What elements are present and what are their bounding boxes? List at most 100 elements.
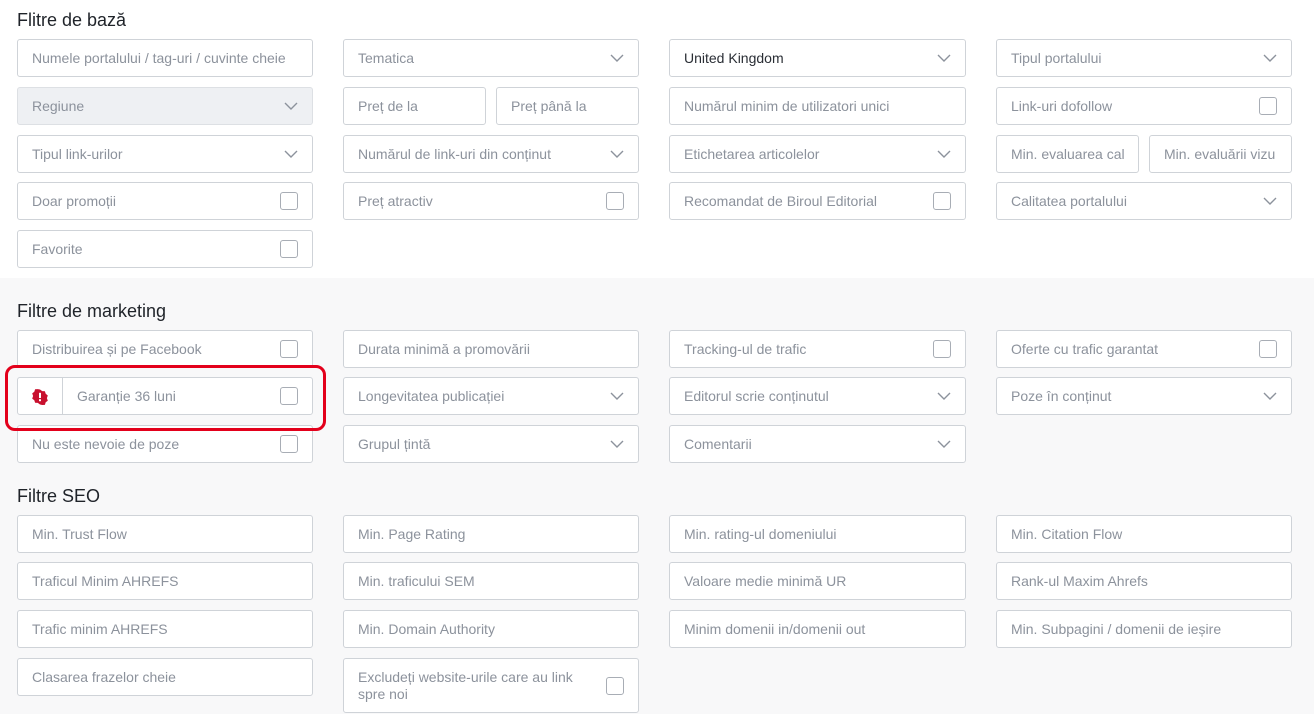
portal-type-select[interactable]: Tipul portalului (996, 39, 1292, 77)
guarantee-36-months-filter[interactable]: Garanție 36 luni (17, 377, 313, 415)
editorial-recommended-filter[interactable]: Recomandat de Biroul Editorial (669, 182, 966, 220)
chevron-down-icon (937, 147, 951, 161)
portal-quality-label: Calitatea portalului (1011, 193, 1127, 209)
min-sem-traffic-input[interactable]: Min. traficului SEM (343, 562, 639, 600)
content-links-count-select[interactable]: Numărul de link-uri din conținut (343, 135, 639, 173)
editor-writes-select[interactable]: Editorul scrie conținutul (669, 377, 966, 415)
min-ahrefs-traffic-placeholder: Traficul Minim AHREFS (32, 573, 179, 589)
guaranteed-traffic-checkbox[interactable] (1259, 340, 1277, 358)
chevron-down-icon (1263, 389, 1277, 403)
min-quality-rating-input[interactable]: Min. evaluarea cal (996, 135, 1139, 173)
country-value: United Kingdom (684, 50, 784, 66)
target-group-label: Grupul țintă (358, 436, 431, 452)
favorites-filter[interactable]: Favorite (17, 230, 313, 268)
favorites-checkbox[interactable] (280, 240, 298, 258)
dofollow-links-checkbox[interactable] (1259, 97, 1277, 115)
chevron-down-icon (284, 147, 298, 161)
facebook-distribution-label: Distribuirea și pe Facebook (32, 341, 202, 357)
promotions-only-filter[interactable]: Doar promoții (17, 182, 313, 220)
min-ahrefs-traffic-2-input[interactable]: Trafic minim AHREFS (17, 610, 313, 648)
price-to-input[interactable]: Preț până la (496, 87, 639, 125)
min-subpages-out-placeholder: Min. Subpagini / domenii de ieșire (1011, 621, 1222, 637)
min-domains-in-out-input[interactable]: Minim domenii in/domenii out (669, 610, 966, 648)
portal-search-placeholder: Numele portalului / tag-uri / cuvinte ch… (32, 50, 286, 66)
chevron-down-icon (610, 389, 624, 403)
chevron-down-icon (1263, 194, 1277, 208)
chevron-down-icon (937, 51, 951, 65)
exclude-linking-checkbox[interactable] (606, 676, 624, 695)
exclude-linking-filter[interactable]: Excludeți website-urile care au link spr… (343, 658, 639, 713)
article-tagging-select[interactable]: Etichetarea articolelor (669, 135, 966, 173)
exclude-linking-label: Excludeți website-urile care au link spr… (358, 668, 573, 702)
country-select[interactable]: United Kingdom (669, 39, 966, 77)
attractive-price-filter[interactable]: Preț atractiv (343, 182, 639, 220)
portal-quality-select[interactable]: Calitatea portalului (996, 182, 1292, 220)
link-type-label: Tipul link-urilor (32, 146, 123, 162)
publication-longevity-label: Longevitatea publicației (358, 388, 505, 404)
traffic-tracking-filter[interactable]: Tracking-ul de trafic (669, 330, 966, 368)
attractive-price-checkbox[interactable] (606, 192, 624, 210)
link-type-select[interactable]: Tipul link-urilor (17, 135, 313, 173)
traffic-tracking-label: Tracking-ul de trafic (684, 341, 807, 357)
editorial-recommended-label: Recomandat de Biroul Editorial (684, 193, 877, 209)
min-page-rating-input[interactable]: Min. Page Rating (343, 515, 639, 553)
marketing-filters-title: Filtre de marketing (17, 301, 167, 321)
dofollow-links-filter[interactable]: Link-uri dofollow (996, 87, 1292, 125)
min-domain-rating-input[interactable]: Min. rating-ul domeniului (669, 515, 966, 553)
basic-filters-title: Flitre de bază (17, 10, 127, 30)
thematic-select[interactable]: Tematica (343, 39, 639, 77)
content-images-label: Poze în conținut (1011, 388, 1112, 404)
editor-writes-label: Editorul scrie conținutul (684, 388, 829, 404)
min-unique-users-input[interactable]: Numărul minim de utilizatori unici (669, 87, 966, 125)
guaranteed-traffic-filter[interactable]: Oferte cu trafic garantat (996, 330, 1292, 368)
portal-search-input[interactable]: Numele portalului / tag-uri / cuvinte ch… (17, 39, 313, 77)
publication-longevity-select[interactable]: Longevitatea publicației (343, 377, 639, 415)
max-ahrefs-rank-input[interactable]: Rank-ul Maxim Ahrefs (996, 562, 1292, 600)
thematic-label: Tematica (358, 50, 415, 66)
price-from-input[interactable]: Preț de la (343, 87, 486, 125)
min-subpages-out-input[interactable]: Min. Subpagini / domenii de ieșire (996, 610, 1292, 648)
min-domain-authority-input[interactable]: Min. Domain Authority (343, 610, 639, 648)
editorial-recommended-checkbox[interactable] (933, 192, 951, 210)
min-ahrefs-traffic-input[interactable]: Traficul Minim AHREFS (17, 562, 313, 600)
no-images-needed-filter[interactable]: Nu este nevoie de poze (17, 425, 313, 463)
min-domain-authority-placeholder: Min. Domain Authority (358, 621, 495, 637)
guaranteed-traffic-label: Oferte cu trafic garantat (1011, 341, 1159, 357)
max-ahrefs-rank-placeholder: Rank-ul Maxim Ahrefs (1011, 573, 1148, 589)
target-group-select[interactable]: Grupul țintă (343, 425, 639, 463)
min-trust-flow-placeholder: Min. Trust Flow (32, 526, 127, 542)
keyword-ranking-input[interactable]: Clasarea frazelor cheie (17, 658, 313, 696)
no-images-needed-label: Nu este nevoie de poze (32, 436, 180, 452)
min-domains-in-out-placeholder: Minim domenii in/domenii out (684, 621, 866, 637)
chevron-down-icon (937, 389, 951, 403)
min-citation-flow-input[interactable]: Min. Citation Flow (996, 515, 1292, 553)
min-sem-traffic-placeholder: Min. traficului SEM (358, 573, 475, 589)
facebook-distribution-filter[interactable]: Distribuirea și pe Facebook (17, 330, 313, 368)
region-label: Regiune (32, 98, 85, 114)
min-visual-rating-input[interactable]: Min. evaluării vizu (1149, 135, 1292, 173)
promotions-only-label: Doar promoții (32, 193, 117, 209)
min-trust-flow-input[interactable]: Min. Trust Flow (17, 515, 313, 553)
article-tagging-label: Etichetarea articolelor (684, 146, 820, 162)
no-images-needed-checkbox[interactable] (280, 435, 298, 453)
min-domain-rating-placeholder: Min. rating-ul domeniului (684, 526, 837, 542)
min-avg-ur-placeholder: Valoare medie minimă UR (684, 573, 847, 589)
seo-filters-title: Filtre SEO (17, 486, 101, 506)
guarantee-36-months-checkbox[interactable] (280, 387, 298, 405)
min-unique-users-placeholder: Numărul minim de utilizatori unici (684, 98, 890, 114)
content-images-select[interactable]: Poze în conținut (996, 377, 1292, 415)
guarantee-36-months-label: Garanție 36 luni (77, 388, 176, 404)
min-promotion-duration-input[interactable]: Durata minimă a promovării (343, 330, 639, 368)
min-avg-ur-input[interactable]: Valoare medie minimă UR (669, 562, 966, 600)
favorites-label: Favorite (32, 241, 83, 257)
comments-select[interactable]: Comentarii (669, 425, 966, 463)
price-from-placeholder: Preț de la (358, 98, 418, 114)
region-select: Regiune (17, 87, 313, 125)
content-links-count-label: Numărul de link-uri din conținut (358, 146, 551, 162)
facebook-distribution-checkbox[interactable] (280, 340, 298, 358)
alert-icon (32, 389, 48, 405)
chevron-down-icon (1263, 51, 1277, 65)
promotions-only-checkbox[interactable] (280, 192, 298, 210)
traffic-tracking-checkbox[interactable] (933, 340, 951, 358)
chevron-down-icon (610, 437, 624, 451)
